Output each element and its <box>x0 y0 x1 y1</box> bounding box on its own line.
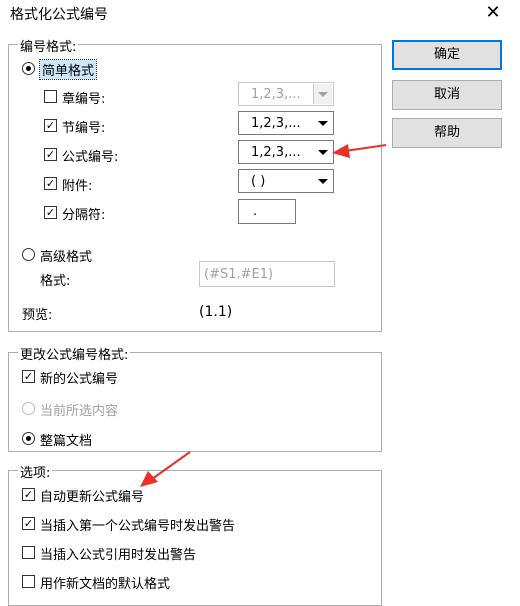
arrow-shaft <box>151 451 191 480</box>
arrow-head <box>332 144 350 158</box>
annotation-arrows <box>140 144 387 487</box>
arrow-shaft <box>344 144 387 152</box>
arrow-head <box>140 471 158 487</box>
arrow-to-auto-update-icon <box>140 451 191 487</box>
arrow-to-equation-number-icon <box>332 144 387 158</box>
